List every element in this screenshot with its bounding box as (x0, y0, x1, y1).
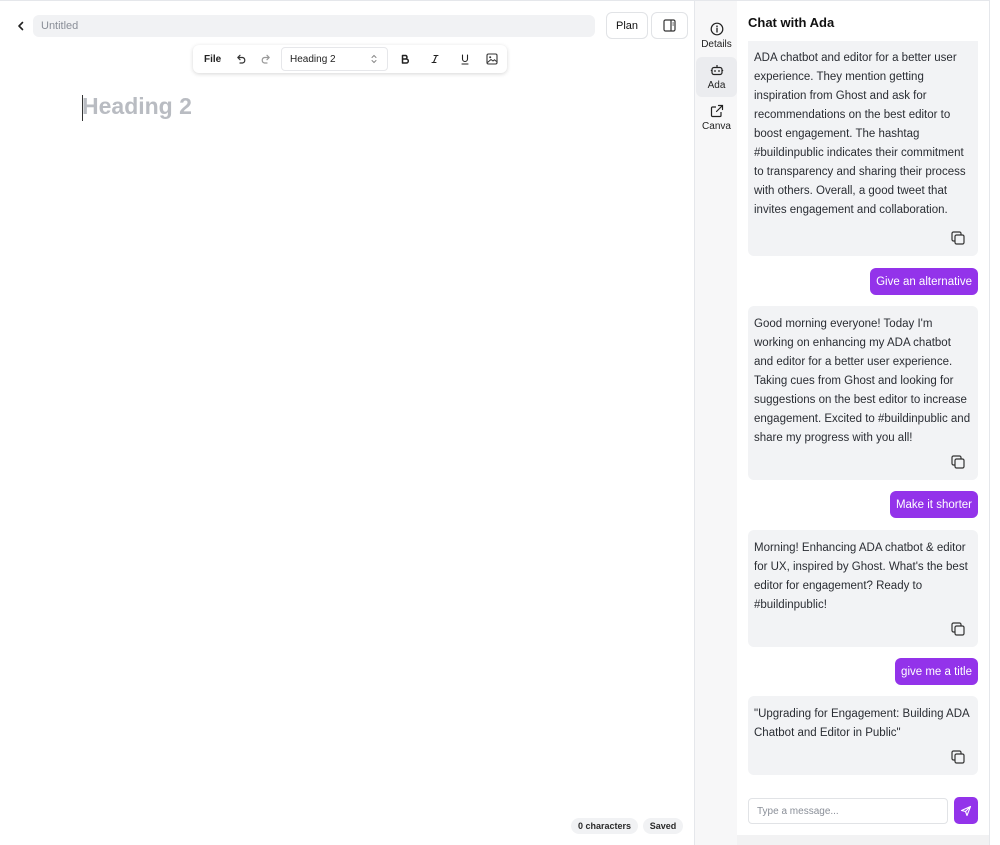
back-button[interactable] (12, 17, 30, 35)
bold-button[interactable] (397, 51, 413, 67)
chevron-up-down-icon (371, 54, 377, 64)
italic-button[interactable] (427, 51, 443, 67)
copy-icon (951, 455, 965, 469)
rail-item-canva[interactable]: Canva (696, 98, 737, 138)
document-title-input[interactable] (33, 15, 595, 37)
assistant-message: "Upgrading for Engagement: Building ADA … (748, 696, 978, 775)
saved-status-badge: Saved (643, 818, 683, 834)
assistant-message-text: Good morning everyone! Today I'm working… (754, 318, 971, 444)
character-count-badge: 0 characters (571, 818, 638, 834)
chevron-left-icon (18, 21, 24, 31)
assistant-message-text: "Upgrading for Engagement: Building ADA … (754, 708, 970, 739)
block-type-select[interactable]: Heading 2 (281, 47, 388, 71)
bot-icon (710, 65, 723, 76)
heading-placeholder[interactable]: Heading 2 (82, 93, 192, 120)
plan-button[interactable]: Plan (606, 12, 648, 39)
copy-button[interactable] (950, 621, 966, 637)
assistant-message: Good morning everyone! Today I'm working… (748, 306, 978, 480)
file-menu[interactable]: File (204, 54, 221, 65)
chat-panel: ADA chatbot and editor for a better user… (737, 0, 989, 835)
image-icon (486, 53, 498, 65)
block-type-value: Heading 2 (290, 53, 336, 65)
panel-layout-icon (663, 19, 676, 32)
undo-icon (237, 54, 246, 64)
italic-icon (431, 54, 439, 64)
external-link-icon (710, 104, 723, 118)
copy-button[interactable] (950, 454, 966, 470)
copy-icon (951, 231, 965, 245)
user-message: Give an alternative (870, 268, 978, 295)
underline-icon (461, 53, 469, 65)
window-scrollbar[interactable] (989, 0, 1000, 845)
rail-item-ada[interactable]: Ada (696, 57, 737, 97)
info-icon (710, 22, 723, 36)
underline-button[interactable] (457, 51, 473, 67)
editor-pane: Plan File Heading 2 Heading 2 0 characte… (0, 0, 694, 845)
text-caret (82, 95, 83, 121)
chat-composer (748, 797, 978, 824)
insert-image-button[interactable] (484, 51, 500, 67)
message-input[interactable] (748, 798, 948, 824)
redo-icon (261, 54, 270, 64)
formatting-toolbar: File Heading 2 (193, 45, 507, 73)
copy-button[interactable] (950, 230, 966, 246)
copy-icon (951, 622, 965, 636)
bold-icon (401, 54, 410, 64)
chat-header: Chat with Ada (737, 1, 989, 41)
copy-button[interactable] (950, 749, 966, 765)
copy-icon (951, 750, 965, 764)
chat-title: Chat with Ada (748, 15, 835, 30)
bottom-divider (737, 835, 989, 845)
side-rail: Details Ada Canva (694, 0, 737, 845)
send-icon (960, 805, 972, 816)
rail-item-label: Details (701, 39, 732, 50)
toggle-panel-button[interactable] (651, 12, 688, 39)
rail-item-details[interactable]: Details (696, 16, 737, 56)
assistant-message: Morning! Enhancing ADA chatbot & editor … (748, 530, 978, 647)
user-message: give me a title (895, 658, 978, 685)
send-button[interactable] (954, 797, 978, 824)
rail-item-label: Canva (702, 121, 731, 132)
user-message: Make it shorter (889, 491, 978, 518)
assistant-message-text: Morning! Enhancing ADA chatbot & editor … (754, 542, 968, 611)
assistant-message-text: ADA chatbot and editor for a better user… (754, 52, 966, 216)
undo-button[interactable] (233, 51, 249, 67)
rail-item-label: Ada (707, 80, 726, 91)
assistant-message: ADA chatbot and editor for a better user… (748, 21, 978, 256)
redo-button[interactable] (258, 51, 274, 67)
